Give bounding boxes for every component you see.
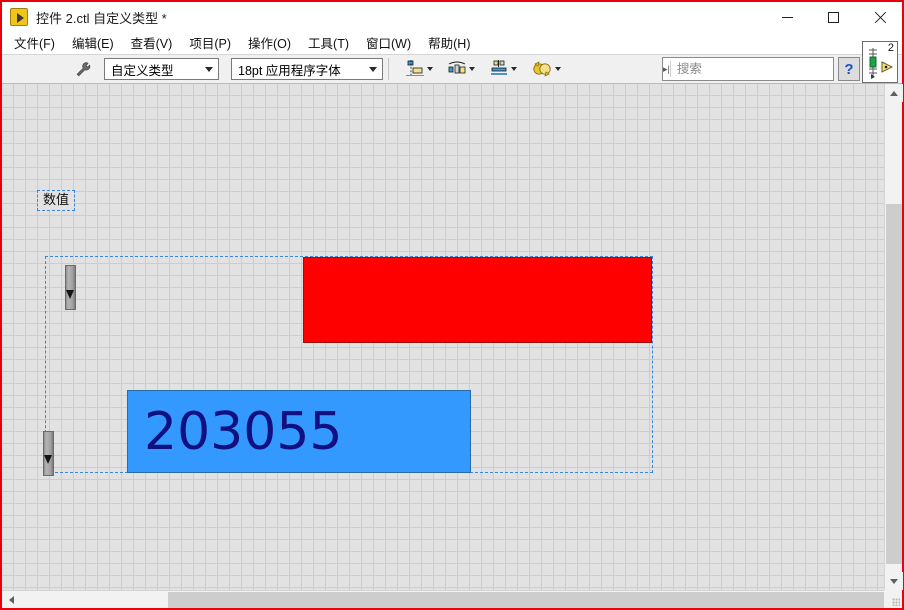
scroll-down-button[interactable] <box>885 572 903 590</box>
resize-grip-icon <box>892 598 900 606</box>
align-objects-button[interactable] <box>402 57 436 81</box>
scroll-left-button[interactable] <box>2 591 20 608</box>
resize-grip[interactable] <box>884 590 902 608</box>
red-rectangle-decoration[interactable] <box>303 257 652 343</box>
vertical-slider-top[interactable] <box>65 265 76 310</box>
resize-objects-icon <box>491 60 507 75</box>
menu-item-operate[interactable]: 操作(O) <box>241 31 298 54</box>
toolbar-separator <box>388 58 389 80</box>
close-button[interactable] <box>856 2 902 32</box>
chevron-down-icon <box>427 67 433 71</box>
menu-item-edit[interactable]: 编辑(E) <box>65 31 121 54</box>
edit-mode-wrench-button[interactable] <box>70 57 96 81</box>
numeric-control-label[interactable]: 数值 <box>37 190 76 211</box>
maximize-icon <box>827 11 839 23</box>
close-icon <box>873 11 886 24</box>
type-combo-value: 自定义类型 <box>111 63 174 78</box>
menu-item-help[interactable]: 帮助(H) <box>421 31 477 54</box>
minimize-icon <box>781 16 793 18</box>
menu-item-view[interactable]: 查看(V) <box>124 31 180 54</box>
menu-item-window[interactable]: 窗口(W) <box>359 31 418 54</box>
help-button[interactable]: ? <box>838 57 860 81</box>
chevron-up-icon <box>890 90 898 96</box>
chevron-down-icon <box>555 67 561 71</box>
slider-thumb-icon[interactable] <box>65 290 76 299</box>
menu-item-tools[interactable]: 工具(T) <box>301 31 356 54</box>
wrench-icon <box>76 61 90 76</box>
labview-control-icon <box>10 8 28 26</box>
vertical-slider-bottom[interactable] <box>43 431 54 476</box>
horizontal-scroll-thumb[interactable] <box>168 592 884 608</box>
help-button-label: ? <box>844 60 854 78</box>
align-objects-icon <box>406 60 424 76</box>
vertical-scroll-thumb[interactable] <box>886 204 902 564</box>
labview-control-editor-window: 控件 2.ctl 自定义类型 * 文件(F) 编辑(E) 查看(V) 项目(P)… <box>0 0 904 610</box>
horizontal-scrollbar[interactable] <box>2 590 884 608</box>
distribute-objects-icon <box>448 61 466 74</box>
numeric-control-label-text: 数值 <box>43 192 70 207</box>
reorder-objects-icon <box>533 61 551 77</box>
front-panel-canvas-area[interactable]: 数值 203055 <box>2 84 902 608</box>
font-combo[interactable]: 18pt 应用程序字体 <box>231 58 383 80</box>
menu-item-project[interactable]: 项目(P) <box>182 31 238 54</box>
title-bar: 控件 2.ctl 自定义类型 * <box>2 2 902 32</box>
font-combo-value: 18pt 应用程序字体 <box>238 63 341 78</box>
window-controls <box>764 2 902 32</box>
connector-pane[interactable]: 2 <box>862 41 898 83</box>
menu-bar: 文件(F) 编辑(E) 查看(V) 项目(P) 操作(O) 工具(T) 窗口(W… <box>2 32 902 54</box>
type-combo[interactable]: 自定义类型 <box>104 58 219 80</box>
window-title: 控件 2.ctl 自定义类型 * <box>36 10 167 26</box>
resize-objects-button[interactable] <box>486 57 520 81</box>
search-box[interactable]: ▸| <box>662 57 854 81</box>
distribute-objects-button[interactable] <box>444 57 478 81</box>
slider-thumb-icon[interactable] <box>43 455 54 464</box>
connector-terminal-count: 2 <box>887 42 894 54</box>
menu-item-file[interactable]: 文件(F) <box>7 31 62 54</box>
chevron-left-icon <box>8 596 14 604</box>
chevron-down-icon <box>200 59 218 79</box>
numeric-display-box[interactable]: 203055 <box>127 390 471 473</box>
reorder-objects-button[interactable] <box>528 57 564 81</box>
search-collapse-icon[interactable]: ▸| <box>663 61 671 77</box>
chevron-down-icon <box>890 578 898 584</box>
front-panel-grid[interactable]: 数值 203055 <box>2 84 884 590</box>
chevron-down-icon <box>469 67 475 71</box>
maximize-button[interactable] <box>810 2 856 32</box>
minimize-button[interactable] <box>764 2 810 32</box>
chevron-down-icon <box>511 67 517 71</box>
scroll-up-button[interactable] <box>885 84 903 102</box>
chevron-down-icon <box>364 59 382 79</box>
numeric-display-value: 203055 <box>144 401 343 462</box>
search-input[interactable] <box>670 62 838 76</box>
vertical-scrollbar[interactable] <box>884 84 903 590</box>
